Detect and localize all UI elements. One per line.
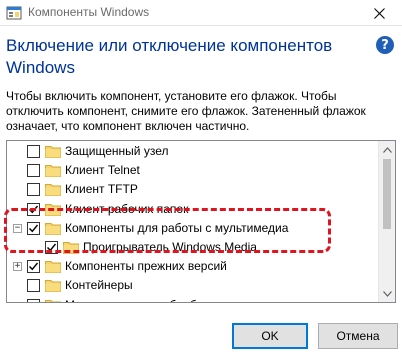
tree-item[interactable]: Мост для центра обработки данных xyxy=(7,296,379,303)
scroll-down-button[interactable] xyxy=(379,285,395,302)
feature-checkbox[interactable] xyxy=(27,164,40,178)
vertical-scrollbar[interactable] xyxy=(378,141,395,302)
tree-item-label: Клиент TFTP xyxy=(65,182,138,197)
folder-icon xyxy=(45,260,61,274)
window-title: Компоненты Windows xyxy=(28,5,150,19)
close-button[interactable] xyxy=(356,0,402,26)
cancel-button[interactable]: Отмена xyxy=(318,323,398,349)
tree-item[interactable]: Контейнеры xyxy=(7,276,379,295)
feature-checkbox[interactable] xyxy=(27,298,40,302)
tree-item[interactable]: + Компоненты прежних версий xyxy=(7,257,379,276)
tree-item-label: Контейнеры xyxy=(65,278,133,293)
folder-icon xyxy=(45,299,61,302)
description-text: Чтобы включить компонент, установите его… xyxy=(6,89,366,133)
scroll-up-button[interactable] xyxy=(379,141,395,158)
feature-checkbox[interactable] xyxy=(27,145,40,158)
close-icon xyxy=(373,7,385,19)
feature-checkbox[interactable] xyxy=(27,183,40,197)
tree-item[interactable]: Клиент TFTP xyxy=(7,180,379,199)
scroll-thumb[interactable] xyxy=(383,159,391,229)
help-icon[interactable]: ? xyxy=(376,36,394,54)
folder-icon xyxy=(45,279,61,293)
feature-checkbox[interactable] xyxy=(27,279,40,293)
tree-item[interactable]: Защищенный узел xyxy=(7,142,379,161)
chevron-up-icon xyxy=(383,146,392,153)
tree-item-label: Защищенный узел xyxy=(65,144,169,158)
folder-icon xyxy=(45,164,61,178)
tree-item-label: Компоненты прежних версий xyxy=(65,259,227,274)
folder-icon xyxy=(45,183,61,197)
feature-checkbox[interactable] xyxy=(27,260,40,274)
windows-features-icon xyxy=(6,6,22,20)
ok-button[interactable]: OK xyxy=(232,323,308,349)
tree-item-label: Клиент Telnet xyxy=(65,163,140,178)
expand-icon[interactable]: + xyxy=(13,262,22,272)
title-bar: Компоненты Windows xyxy=(0,0,402,26)
highlight-annotation xyxy=(4,208,331,253)
folder-icon xyxy=(45,145,61,158)
page-heading: Включение или отключение компонентов Win… xyxy=(6,36,333,77)
chevron-down-icon xyxy=(383,290,392,297)
tree-item[interactable]: Клиент Telnet xyxy=(7,161,379,180)
tree-item-label: Мост для центра обработки данных xyxy=(65,298,265,303)
